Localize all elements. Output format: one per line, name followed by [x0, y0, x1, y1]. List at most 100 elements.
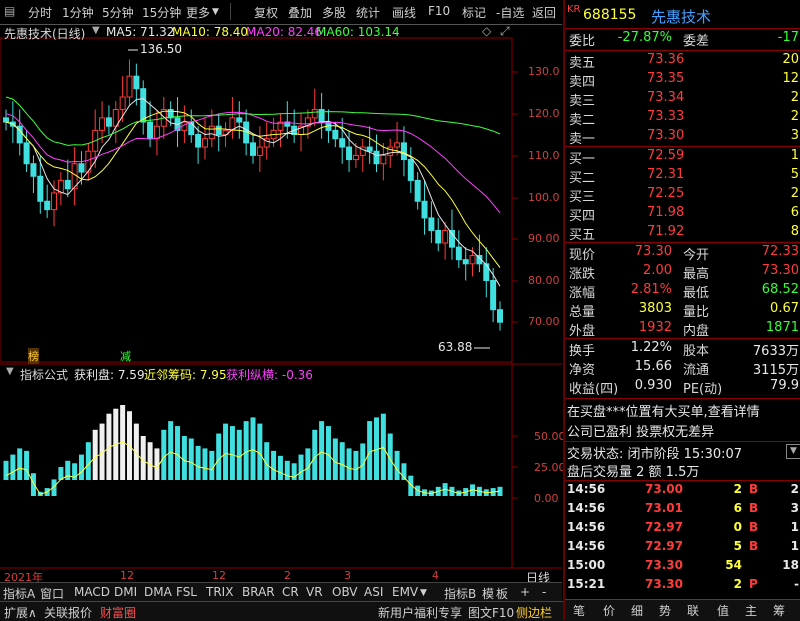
- tab-1min[interactable]: 1分钟: [62, 4, 94, 21]
- action-tongji[interactable]: 统计: [356, 4, 380, 21]
- tab-dmi[interactable]: DMI: [114, 585, 137, 599]
- candle-body: [195, 134, 202, 148]
- more-dropdown-icon[interactable]: ▼: [212, 7, 219, 17]
- bid-row[interactable]: 买二 72.31 5: [565, 167, 800, 186]
- f10-link[interactable]: 图文F10: [468, 604, 514, 621]
- diamond-icon[interactable]: ◇: [482, 24, 491, 38]
- action-fuquan[interactable]: 复权: [254, 4, 278, 21]
- panel-tab-bi[interactable]: 笔: [573, 602, 585, 619]
- candle-body: [387, 146, 394, 156]
- ask-price: 73.30: [647, 128, 685, 143]
- indicator-bar: [168, 421, 174, 480]
- action-zixuan[interactable]: -自选: [496, 4, 524, 21]
- panel-tab-xi[interactable]: 细: [631, 602, 643, 619]
- bid-row[interactable]: 买四 71.98 6: [565, 205, 800, 224]
- tab-cr[interactable]: CR: [282, 585, 299, 599]
- quote-label: 涨跌: [569, 267, 596, 282]
- indicator-bar: [325, 426, 331, 480]
- bid-volume: 6: [790, 205, 799, 220]
- bid-row[interactable]: 买三 72.25 2: [565, 186, 800, 205]
- expand-icon[interactable]: ⤢: [500, 24, 510, 39]
- action-duogu[interactable]: 多股: [322, 4, 346, 21]
- quote-value: 1932: [638, 320, 672, 335]
- tab-template[interactable]: 模: [482, 585, 494, 602]
- tab-asi[interactable]: ASI: [364, 585, 383, 599]
- action-diejia[interactable]: 叠加: [288, 4, 312, 21]
- action-f10[interactable]: F10: [428, 4, 450, 18]
- panel-tab-zhi[interactable]: 值: [717, 602, 729, 619]
- bid-row[interactable]: 买五 71.92 8: [565, 224, 800, 243]
- ask-row[interactable]: 卖一 73.30 3: [565, 128, 800, 147]
- tick-row: 14:56 72.97 0 B 1: [565, 520, 800, 539]
- bid-label: 买五: [569, 228, 596, 243]
- tab-related-quote[interactable]: 关联报价: [44, 604, 92, 621]
- panel-tab-chou[interactable]: 筹: [773, 602, 785, 619]
- bid-row[interactable]: 买一 72.59 1: [565, 148, 800, 167]
- tab-obv[interactable]: OBV: [332, 585, 358, 599]
- quote-label: 量比: [683, 305, 710, 320]
- tab-indicator-b[interactable]: 指标B: [444, 585, 476, 602]
- new-user-link[interactable]: 新用户福利专享: [378, 604, 462, 621]
- panel-tab-shi[interactable]: 势: [659, 602, 671, 619]
- tab-wealth-circle[interactable]: 财富圈: [100, 604, 136, 621]
- panel-tab-lian[interactable]: 联: [687, 602, 699, 619]
- tab-15min[interactable]: 15分钟: [142, 4, 181, 21]
- market-prefix: KR: [567, 4, 581, 15]
- y-tick: 120.0: [528, 107, 560, 120]
- news-line-1[interactable]: 在买盘***位置有大买单,查看详情: [567, 401, 800, 420]
- tab-macd[interactable]: MACD: [74, 585, 110, 599]
- tab-fsl[interactable]: FSL: [176, 585, 197, 599]
- tab-brar[interactable]: BRAR: [242, 585, 275, 599]
- indicator-bar: [85, 442, 91, 480]
- zoom-in-button[interactable]: +: [520, 585, 530, 599]
- zoom-out-button[interactable]: -: [542, 585, 546, 599]
- tab-expand[interactable]: 扩展∧: [4, 604, 37, 621]
- tick-time: 15:00: [567, 558, 606, 572]
- tab-5min[interactable]: 5分钟: [102, 4, 134, 21]
- tab-board[interactable]: 板: [496, 585, 508, 602]
- status-dropdown-icon[interactable]: ▼: [786, 444, 800, 459]
- tab-more[interactable]: 更多: [186, 4, 210, 21]
- indicator-collapse-icon[interactable]: ▼: [6, 366, 14, 377]
- action-back[interactable]: 返回: [532, 4, 556, 21]
- ask-row[interactable]: 卖三 73.34 2: [565, 90, 800, 109]
- panel-tab-zhu[interactable]: 主: [745, 602, 757, 619]
- panel-tab-jia[interactable]: 价: [603, 602, 615, 619]
- marker-bang[interactable]: 榜: [28, 348, 39, 364]
- candle-body: [346, 146, 353, 161]
- tab-fenshi[interactable]: 分时: [28, 4, 52, 21]
- fin-label: 流通: [683, 363, 710, 378]
- sidebar-toggle[interactable]: 侧边栏: [516, 604, 552, 621]
- bid-price: 71.92: [647, 224, 685, 239]
- candle-body: [435, 229, 442, 244]
- action-huaxian[interactable]: 画线: [392, 4, 416, 21]
- news-line-2[interactable]: 公司已盈利 投票权无差异: [567, 421, 800, 440]
- chart-area[interactable]: 先惠技术(日线) ▼ MA5: 71.32 MA10: 78.40 MA20: …: [0, 24, 566, 594]
- tab-vr[interactable]: VR: [306, 585, 323, 599]
- indicator-bar: [92, 429, 98, 480]
- tick-side: P: [749, 577, 758, 591]
- quote-row: 现价 73.30 今开 72.33: [565, 244, 800, 263]
- date-label: 2: [284, 569, 291, 582]
- candle-body: [78, 163, 85, 173]
- indicator-bar: [236, 429, 242, 480]
- candle-body: [442, 229, 449, 244]
- tab-trix[interactable]: TRIX: [206, 585, 233, 599]
- chart-collapse-icon[interactable]: ▼: [92, 25, 100, 36]
- ask-row[interactable]: 卖二 73.33 2: [565, 109, 800, 128]
- kline-chart[interactable]: [0, 24, 562, 582]
- ask-row[interactable]: 卖五 73.36 20: [565, 52, 800, 71]
- tab-window[interactable]: 窗口: [40, 585, 64, 602]
- indicator-bar: [175, 426, 181, 480]
- tab-dma[interactable]: DMA: [144, 585, 172, 599]
- weibi-value: -27.87%: [617, 30, 672, 45]
- ask-row[interactable]: 卖四 73.35 12: [565, 71, 800, 90]
- tab-emv[interactable]: EMV: [392, 585, 418, 599]
- indicator-bar: [243, 421, 249, 480]
- grid-icon[interactable]: ▤: [4, 4, 15, 18]
- marker-jian[interactable]: 减: [120, 348, 131, 364]
- tabs-dropdown-icon[interactable]: ▼: [420, 588, 427, 598]
- tab-indicator-a[interactable]: 指标A: [3, 585, 35, 602]
- action-biaoji[interactable]: 标记: [462, 4, 486, 21]
- candle-body: [147, 121, 154, 140]
